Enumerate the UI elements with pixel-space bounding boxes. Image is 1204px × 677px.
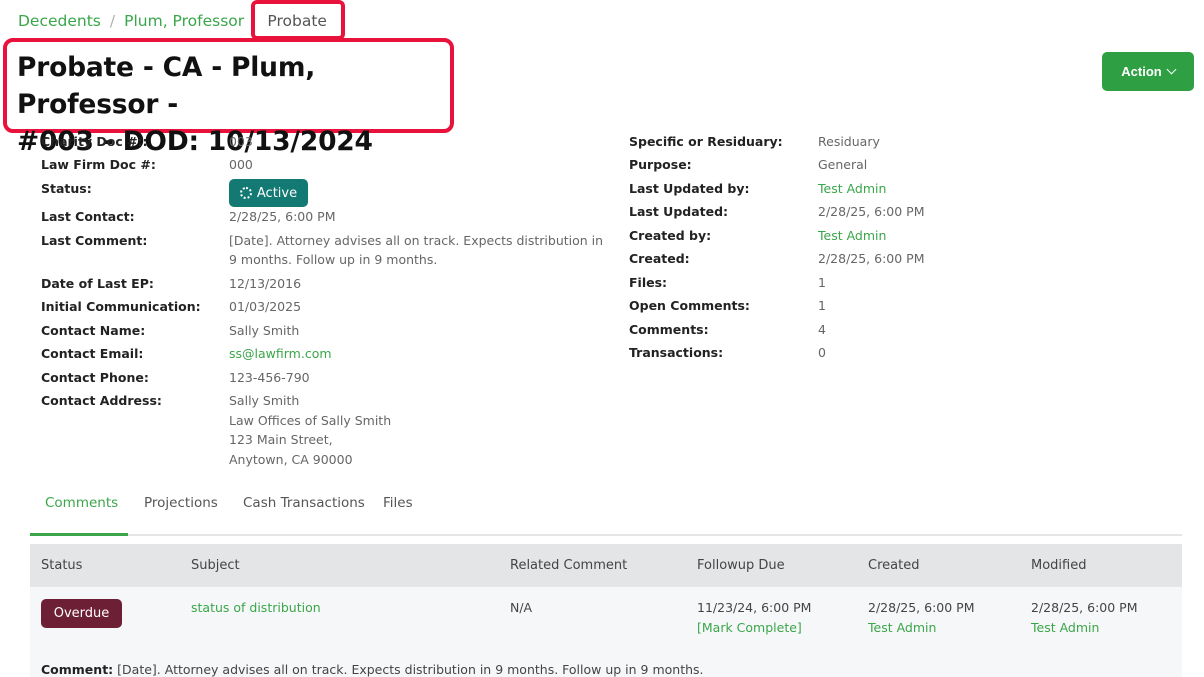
tab-comments[interactable]: Comments	[45, 495, 118, 511]
law-firm-doc-label: Law Firm Doc #:	[41, 157, 156, 172]
created-by-link[interactable]: Test Admin	[818, 228, 886, 243]
chevron-down-icon	[1166, 64, 1177, 75]
breadcrumb-decedent-link[interactable]: Plum, Professor	[124, 12, 244, 30]
last-comment-line-2: 9 months. Follow up in 9 months.	[229, 252, 438, 267]
modified-by-cell: Test Admin	[1031, 618, 1099, 638]
last-contact-value: 2/28/25, 6:00 PM	[229, 209, 336, 224]
last-comment-line-1: [Date]. Attorney advises all on track. E…	[229, 233, 604, 248]
open-comments-label: Open Comments:	[629, 298, 750, 313]
last-updated-by-wrapper: Test Admin	[818, 179, 886, 199]
contact-phone-label: Contact Phone:	[41, 370, 149, 385]
created-by-cell: Test Admin	[868, 618, 936, 638]
last-updated-value: 2/28/25, 6:00 PM	[818, 204, 925, 219]
last-updated-by-label: Last Updated by:	[629, 181, 750, 196]
breadcrumb-decedents-link[interactable]: Decedents	[18, 12, 101, 30]
action-button[interactable]: Action	[1102, 52, 1194, 91]
table-header: Status Subject Related Comment Followup …	[30, 544, 1182, 587]
transactions-label: Transactions:	[629, 345, 724, 360]
contact-name-value: Sally Smith	[229, 323, 300, 338]
created-by-label: Created by:	[629, 228, 712, 243]
contact-phone-value: 123-456-790	[229, 370, 310, 385]
followup-due-value: 11/23/24, 6:00 PM	[697, 600, 812, 615]
spinner-icon	[239, 187, 252, 199]
purpose-label: Purpose:	[629, 157, 692, 172]
row-comment-text: [Date]. Attorney advises all on track. E…	[117, 662, 704, 677]
page-title-line-1: Probate - CA - Plum, Professor -	[17, 52, 316, 120]
last-comment-label: Last Comment:	[41, 233, 148, 248]
subject-link[interactable]: status of distribution	[191, 600, 321, 615]
status-badge: Active	[229, 179, 308, 207]
specific-label: Specific or Residuary:	[629, 134, 783, 149]
column-header-followup-due[interactable]: Followup Due	[697, 558, 785, 573]
address-line-3: 123 Main Street,	[229, 432, 333, 447]
created-by-user-link[interactable]: Test Admin	[868, 620, 936, 635]
contact-email-link[interactable]: ss@lawfirm.com	[229, 346, 332, 361]
date-last-ep-label: Date of Last EP:	[41, 276, 154, 291]
contact-address-label: Contact Address:	[41, 393, 162, 408]
row-comment-label: Comment:	[41, 662, 114, 677]
column-header-created[interactable]: Created	[868, 558, 919, 573]
created-label: Created:	[629, 251, 690, 266]
last-updated-by-link[interactable]: Test Admin	[818, 181, 886, 196]
address-line-2: Law Offices of Sally Smith	[229, 413, 392, 428]
tab-files[interactable]: Files	[383, 495, 413, 511]
tab-bar: Comments Projections Cash Transactions F…	[30, 488, 1182, 536]
column-header-subject[interactable]: Subject	[191, 558, 240, 573]
related-comment-cell: N/A	[510, 600, 533, 615]
comments-value: 4	[818, 322, 826, 337]
charity-doc-value: 003	[229, 134, 253, 149]
mark-complete-link[interactable]: [Mark Complete]	[697, 620, 802, 635]
contact-email-wrapper: ss@lawfirm.com	[229, 344, 332, 364]
comments-table: Status Subject Related Comment Followup …	[30, 544, 1182, 677]
open-comments-value: 1	[818, 298, 826, 313]
transactions-value: 0	[818, 345, 826, 360]
modified-by-user-link[interactable]: Test Admin	[1031, 620, 1099, 635]
created-by-wrapper: Test Admin	[818, 226, 886, 246]
column-header-status[interactable]: Status	[41, 558, 82, 573]
last-updated-label: Last Updated:	[629, 204, 729, 219]
initial-communication-label: Initial Communication:	[41, 299, 201, 314]
row-comment: Comment: [Date]. Attorney advises all on…	[41, 662, 704, 677]
comments-label: Comments:	[629, 322, 709, 337]
action-button-label: Action	[1121, 64, 1162, 79]
initial-communication-value: 01/03/2025	[229, 299, 302, 314]
status-badge-text: Active	[256, 185, 298, 201]
contact-name-label: Contact Name:	[41, 323, 146, 338]
modified-date-cell: 2/28/25, 6:00 PM	[1031, 600, 1138, 615]
law-firm-doc-value: 000	[229, 157, 253, 172]
address-line-1: Sally Smith	[229, 393, 300, 408]
breadcrumb-separator: /	[109, 12, 116, 30]
last-contact-label: Last Contact:	[41, 209, 135, 224]
tab-cash-transactions[interactable]: Cash Transactions	[243, 495, 365, 511]
address-line-4: Anytown, CA 90000	[229, 452, 353, 467]
contact-email-label: Contact Email:	[41, 346, 144, 361]
specific-value: Residuary	[818, 134, 880, 149]
created-date-cell: 2/28/25, 6:00 PM	[868, 600, 975, 615]
files-label: Files:	[629, 275, 668, 290]
mark-complete-wrapper: [Mark Complete]	[697, 618, 802, 638]
subject-cell: status of distribution	[191, 598, 321, 618]
active-tab-indicator	[30, 533, 128, 536]
tab-projections[interactable]: Projections	[144, 495, 218, 511]
column-header-modified[interactable]: Modified	[1031, 558, 1086, 573]
files-value: 1	[818, 275, 826, 290]
overdue-status-badge: Overdue	[41, 599, 122, 628]
purpose-value: General	[818, 157, 868, 172]
created-value: 2/28/25, 6:00 PM	[818, 251, 925, 266]
breadcrumb-highlight-box	[251, 0, 345, 40]
column-header-related-comment[interactable]: Related Comment	[510, 558, 627, 573]
status-label: Status:	[41, 181, 92, 196]
date-last-ep-value: 12/13/2016	[229, 276, 302, 291]
charity-doc-label: Charity Doc #::	[41, 134, 148, 149]
